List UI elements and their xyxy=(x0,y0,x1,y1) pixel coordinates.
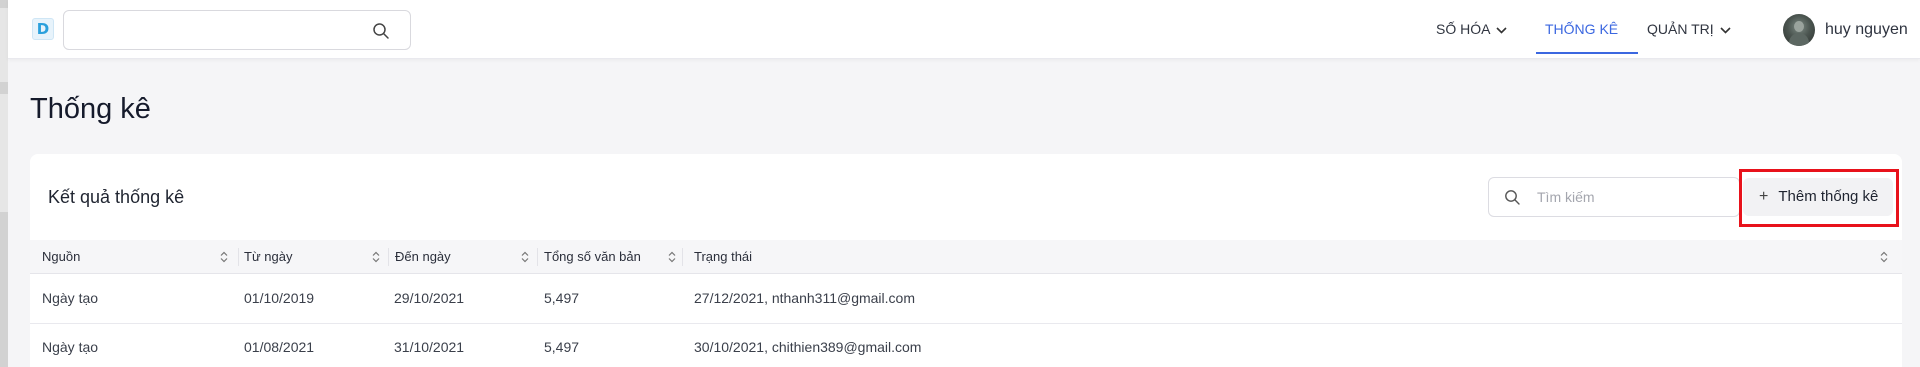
cell-source: Ngày tạo xyxy=(42,339,99,355)
sort-icon[interactable] xyxy=(1880,251,1888,263)
top-navigation-bar: D SỐ HÓA THỐNG KÊ QUẢN TRỊ huy nguyen xyxy=(8,0,1920,59)
left-edge-strip xyxy=(0,0,8,367)
sort-icon[interactable] xyxy=(521,251,529,263)
column-divider xyxy=(388,248,389,266)
nav-item-quan-tri[interactable]: QUẢN TRỊ xyxy=(1647,21,1731,37)
add-statistic-label: Thêm thống kê xyxy=(1778,188,1879,205)
column-header-label: Từ ngày xyxy=(244,249,293,264)
column-header-label: Tổng số văn bản xyxy=(544,249,641,264)
cell-source: Ngày tạo xyxy=(42,290,99,306)
global-search-input[interactable] xyxy=(76,19,366,41)
global-search-box[interactable] xyxy=(63,10,411,50)
column-header-label: Nguồn xyxy=(42,249,81,264)
statistics-results-card: Kết quả thống kê + Thêm thống kê Nguồn Từ… xyxy=(30,154,1902,367)
sort-icon[interactable] xyxy=(668,251,676,263)
chevron-down-icon xyxy=(1496,27,1508,34)
column-header-label: Đến ngày xyxy=(395,249,451,264)
search-icon xyxy=(1505,190,1520,205)
cell-to-date: 31/10/2021 xyxy=(394,339,465,355)
cell-from-date: 01/08/2021 xyxy=(244,339,315,355)
cell-total-documents: 5,497 xyxy=(544,339,580,355)
left-edge-segment xyxy=(0,212,8,367)
column-divider xyxy=(537,248,538,266)
column-header-label: Trạng thái xyxy=(694,249,753,264)
table-row[interactable]: Ngày tạo 01/08/2021 31/10/2021 5,497 30/… xyxy=(30,324,1902,367)
cell-status: 30/10/2021, chithien389@gmail.com xyxy=(694,339,922,355)
table-row[interactable]: Ngày tạo 01/10/2019 29/10/2021 5,497 27/… xyxy=(30,275,1902,324)
cell-to-date: 29/10/2021 xyxy=(394,290,465,306)
column-header-total-documents[interactable]: Tổng số văn bản xyxy=(544,240,684,274)
column-header-from-date[interactable]: Từ ngày xyxy=(244,240,384,274)
sort-icon[interactable] xyxy=(372,251,380,263)
avatar[interactable] xyxy=(1783,14,1815,46)
nav-label: THỐNG KÊ xyxy=(1545,21,1619,37)
nav-item-thong-ke[interactable]: THỐNG KÊ xyxy=(1545,21,1618,37)
left-edge-segment xyxy=(0,82,8,94)
user-name[interactable]: huy nguyen xyxy=(1825,21,1908,39)
plus-icon: + xyxy=(1759,188,1769,205)
search-icon[interactable] xyxy=(372,22,390,40)
app-logo[interactable]: D xyxy=(32,18,54,40)
active-tab-underline xyxy=(1536,52,1638,54)
nav-item-so-hoa[interactable]: SỐ HÓA xyxy=(1436,21,1508,37)
column-divider xyxy=(682,248,683,266)
table-header: Nguồn Từ ngày Đến ngày Tổng số văn bản T… xyxy=(30,240,1902,274)
add-statistic-button[interactable]: + Thêm thống kê xyxy=(1743,178,1893,216)
cell-from-date: 01/10/2019 xyxy=(244,290,315,306)
chevron-down-icon xyxy=(1720,27,1731,34)
column-header-source[interactable]: Nguồn xyxy=(42,240,232,274)
cell-total-documents: 5,497 xyxy=(544,290,580,306)
sort-icon[interactable] xyxy=(220,251,228,263)
column-header-to-date[interactable]: Đến ngày xyxy=(395,240,535,274)
left-edge-segment xyxy=(0,0,8,8)
nav-label: QUẢN TRỊ xyxy=(1647,21,1714,37)
results-search-box[interactable] xyxy=(1488,177,1740,217)
column-divider xyxy=(238,248,239,266)
card-title: Kết quả thống kê xyxy=(48,187,185,207)
nav-label: SỐ HÓA xyxy=(1436,21,1491,37)
cell-status: 27/12/2021, nthanh311@gmail.com xyxy=(694,290,915,306)
page-title: Thống kê xyxy=(30,93,151,125)
results-search-input[interactable] xyxy=(1537,187,1727,207)
column-header-status[interactable]: Trạng thái xyxy=(694,240,1894,274)
avatar-body-shape xyxy=(1789,33,1809,46)
avatar-head-shape xyxy=(1794,21,1804,32)
